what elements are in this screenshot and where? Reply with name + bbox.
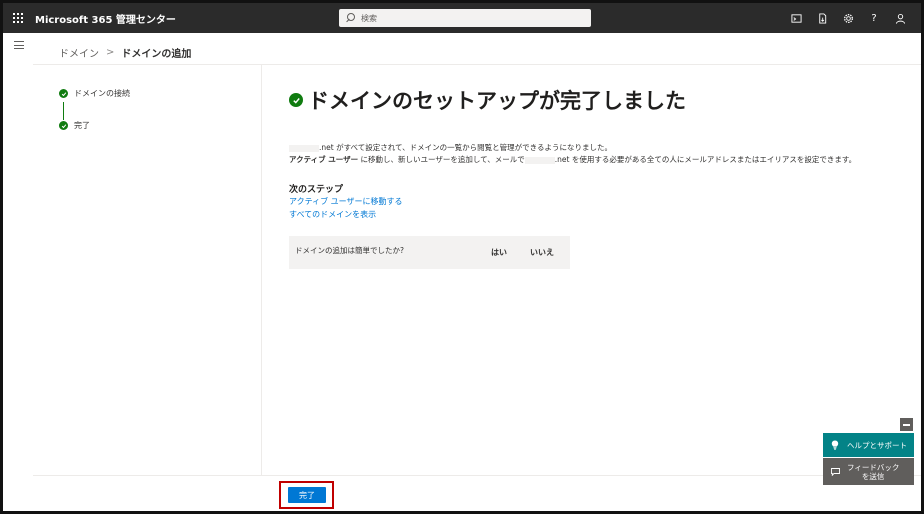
search-box[interactable]: 検索 bbox=[339, 9, 591, 27]
description-line-2: アクティブ ユーザー に移動し、新しいユーザーを追加して、メールで .net を使… bbox=[289, 154, 856, 166]
help-support-button[interactable]: ヘルプとサポート bbox=[823, 433, 914, 457]
feedback-chat-icon bbox=[831, 467, 840, 476]
description-text-1: .net がすべて設定されて、ドメインの一覧から閲覧と管理ができるようになりまし… bbox=[319, 143, 612, 152]
feedback-no-button[interactable]: いいえ bbox=[530, 247, 554, 258]
feedback-yes-button[interactable]: はい bbox=[491, 247, 507, 258]
step-label: 完了 bbox=[74, 121, 90, 130]
lightbulb-icon bbox=[831, 440, 839, 450]
redacted-domain bbox=[524, 156, 555, 164]
send-feedback-button[interactable]: フィードバック を送信 bbox=[823, 458, 914, 485]
page-title: ドメインのセットアップが完了しました bbox=[308, 89, 686, 113]
app-title: Microsoft 365 管理センター bbox=[35, 14, 176, 26]
link-go-to-active-users[interactable]: アクティブ ユーザーに移動する bbox=[289, 196, 403, 207]
done-button[interactable]: 完了 bbox=[288, 487, 326, 503]
breadcrumb: ドメイン > ドメインの追加 bbox=[59, 45, 191, 60]
check-circle-icon bbox=[59, 89, 68, 98]
step-label: ドメインの接続 bbox=[74, 89, 130, 98]
user-avatar-icon[interactable] bbox=[887, 3, 913, 33]
window-frame: Microsoft 365 管理センター 検索 ? ドメイン > ドメインの追加… bbox=[0, 0, 924, 514]
redacted-domain bbox=[289, 144, 319, 152]
gear-icon[interactable] bbox=[835, 3, 861, 33]
completion-description: .net がすべて設定されて、ドメインの一覧から閲覧と管理ができるようになりまし… bbox=[289, 142, 856, 166]
terminal-icon[interactable] bbox=[783, 3, 809, 33]
help-icon[interactable]: ? bbox=[861, 3, 887, 33]
chevron-right-icon: > bbox=[106, 47, 115, 58]
link-view-all-domains[interactable]: すべてのドメインを表示 bbox=[289, 209, 376, 220]
success-check-icon bbox=[289, 93, 303, 107]
send-feedback-label: フィードバック を送信 bbox=[847, 463, 899, 481]
feedback-panel: ドメインの追加は簡単でしたか? はい いいえ bbox=[289, 236, 570, 269]
breadcrumb-current: ドメインの追加 bbox=[121, 49, 192, 60]
step-connector bbox=[63, 102, 64, 120]
help-support-label: ヘルプとサポート bbox=[847, 440, 907, 450]
active-users-text: アクティブ ユーザー bbox=[289, 155, 359, 164]
hamburger-menu-icon[interactable] bbox=[14, 41, 24, 49]
description-text-3: .net を使用する必要がある全ての人にメールアドレスまたはエイリアスを設定でき… bbox=[554, 155, 857, 164]
app-launcher-icon[interactable] bbox=[3, 3, 33, 33]
footer-divider bbox=[33, 475, 921, 476]
top-bar: Microsoft 365 管理センター 検索 ? bbox=[3, 3, 921, 33]
minimize-help-button[interactable] bbox=[900, 418, 913, 431]
search-icon bbox=[345, 13, 355, 23]
step-connect-domain: ドメインの接続 bbox=[59, 88, 130, 99]
header-divider bbox=[33, 64, 921, 65]
search-placeholder: 検索 bbox=[361, 13, 377, 23]
document-download-icon[interactable] bbox=[809, 3, 835, 33]
top-bar-icons: ? bbox=[783, 3, 913, 33]
step-complete: 完了 bbox=[59, 120, 90, 131]
breadcrumb-domains[interactable]: ドメイン bbox=[59, 45, 99, 60]
check-circle-icon bbox=[59, 121, 68, 130]
description-line-1: .net がすべて設定されて、ドメインの一覧から閲覧と管理ができるようになりまし… bbox=[289, 142, 856, 154]
send-feedback-line-1: フィードバック bbox=[847, 462, 900, 472]
page-heading: ドメインのセットアップが完了しました bbox=[289, 85, 686, 115]
send-feedback-line-2: を送信 bbox=[861, 471, 885, 481]
stepper-divider bbox=[261, 65, 262, 475]
description-text-2: に移動し、新しいユーザーを追加して、メールで bbox=[358, 155, 525, 164]
next-steps-heading: 次のステップ bbox=[289, 185, 344, 195]
feedback-question: ドメインの追加は簡単でしたか? bbox=[295, 246, 404, 255]
